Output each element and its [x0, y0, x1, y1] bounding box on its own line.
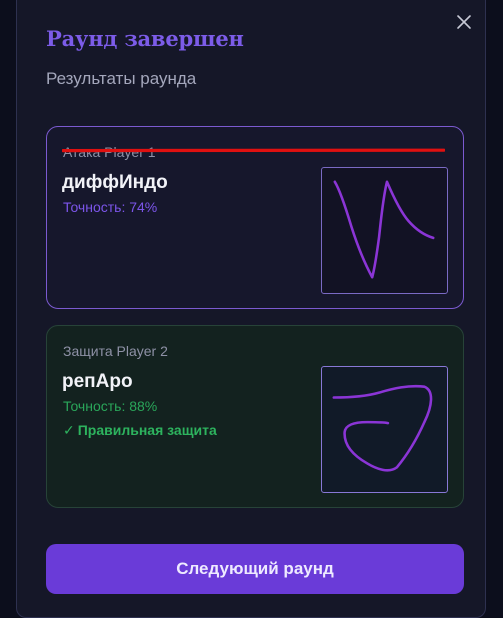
defense-spell-word: репАро — [62, 371, 133, 392]
attack-gesture-stroke — [333, 180, 435, 279]
attack-accuracy: Точность: 74% — [63, 199, 158, 215]
close-icon[interactable] — [456, 14, 472, 30]
defense-accuracy: Точность: 88% — [63, 398, 158, 414]
defense-drawing — [321, 366, 448, 493]
attack-drawing — [321, 167, 448, 294]
check-icon: ✓ — [63, 422, 75, 438]
attack-card: Атака Player 1 диффИндо Точность: 74% — [46, 126, 464, 309]
defense-result-text: Правильная защита — [77, 422, 217, 438]
modal-subtitle: Результаты раунда — [46, 69, 197, 88]
next-round-button[interactable]: Следующий раунд — [46, 544, 464, 594]
modal-title: Раунд завершен — [46, 26, 244, 51]
defense-gesture-stroke — [332, 384, 433, 472]
defense-result: ✓ Правильная защита — [63, 422, 217, 439]
defense-role-label: Защита Player 2 — [63, 343, 168, 359]
attack-role-label: Атака Player 1 — [63, 144, 156, 160]
attack-spell-word: диффИндо — [62, 172, 168, 193]
round-result-modal — [16, 0, 486, 618]
defense-card: Защита Player 2 репАро Точность: 88% ✓ Пр… — [46, 325, 464, 508]
